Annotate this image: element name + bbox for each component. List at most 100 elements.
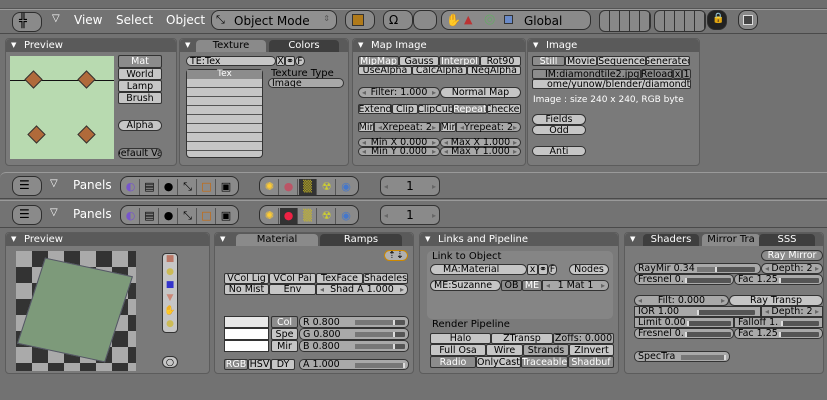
- slider-track[interactable]: [687, 321, 731, 326]
- layer-buttons-1[interactable]: [599, 10, 651, 32]
- lamp-icon[interactable]: ✺: [261, 208, 279, 224]
- strands-button[interactable]: Strands: [523, 344, 569, 356]
- mirror-fresnel-slider[interactable]: Fresnel 0.: [634, 274, 734, 285]
- green-slider[interactable]: G 0.800: [299, 328, 409, 340]
- vcol-paint-button[interactable]: VCol Pai: [269, 273, 316, 284]
- rotate-icon[interactable]: ◎: [484, 12, 495, 27]
- slider-track[interactable]: [685, 278, 731, 283]
- draw-type-select[interactable]: [345, 10, 375, 30]
- ztransp-button[interactable]: ZTransp: [491, 333, 553, 344]
- fields-button[interactable]: Fields: [532, 114, 586, 125]
- fake-user-icon[interactable]: ⚭: [285, 56, 295, 66]
- scale-icon[interactable]: [504, 15, 513, 24]
- default-var-button[interactable]: Default Var: [118, 148, 162, 159]
- vcol-light-button[interactable]: VCol Lig: [224, 273, 269, 284]
- image-name-field[interactable]: IM:diamondtile2.jpg: [532, 69, 641, 79]
- alpha-button[interactable]: Alpha: [118, 120, 162, 131]
- manipulator-toggle[interactable]: [413, 10, 437, 30]
- limit-slider[interactable]: Limit 0.00: [634, 317, 734, 328]
- col-button[interactable]: Col: [271, 316, 298, 328]
- ior-slider[interactable]: IOR 1.00: [634, 306, 761, 317]
- texture-channel-list[interactable]: Tex: [186, 69, 263, 158]
- min-y-field[interactable]: Min Y 0.000: [358, 147, 440, 156]
- interpol-button[interactable]: Interpol: [439, 56, 480, 66]
- tab-mirror-transp[interactable]: Mirror Tra: [702, 234, 760, 246]
- material-index-field[interactable]: 1 Mat 1: [542, 280, 609, 291]
- mirror-y-button[interactable]: Mir: [440, 122, 456, 132]
- texture-icon[interactable]: ▒: [299, 208, 317, 224]
- radio-button[interactable]: Radio: [430, 356, 476, 368]
- unlink-texture-button[interactable]: X: [276, 56, 285, 66]
- halo-button[interactable]: Halo: [430, 333, 491, 344]
- monkey-preview-icon[interactable]: ▼: [163, 293, 177, 306]
- orientation-select[interactable]: Global: [524, 14, 562, 28]
- logic-icon[interactable]: ◐: [122, 179, 140, 195]
- transp-fac-slider[interactable]: Fac 1.25: [734, 328, 823, 339]
- diffuse-color-swatch[interactable]: [224, 316, 269, 328]
- menu-view[interactable]: View: [74, 13, 102, 27]
- checker-button[interactable]: Checker: [487, 104, 521, 114]
- still-button[interactable]: Still: [532, 56, 565, 66]
- ray-mirror-button[interactable]: Ray Mirror: [761, 250, 823, 261]
- panel-header[interactable]: Map Image: [353, 39, 525, 52]
- scene-icon[interactable]: ▣: [217, 208, 235, 224]
- sphere-preview-icon[interactable]: ●: [163, 267, 177, 280]
- tab-texture[interactable]: Texture: [196, 40, 266, 52]
- layer-buttons-2[interactable]: [654, 10, 706, 32]
- slider-track[interactable]: [697, 267, 755, 272]
- preview-lamp-button[interactable]: Lamp: [118, 80, 162, 92]
- material-icon[interactable]: ●: [280, 208, 298, 224]
- red-slider[interactable]: R 0.800: [299, 316, 409, 328]
- object-icon[interactable]: ⤡: [179, 208, 197, 224]
- zoffs-field[interactable]: Zoffs: 0.000: [553, 333, 614, 344]
- tab-colors[interactable]: Colors: [269, 40, 339, 52]
- slider-track[interactable]: [781, 321, 819, 326]
- world-icon[interactable]: ◉: [337, 179, 355, 195]
- pivot-select[interactable]: Ω: [383, 10, 413, 30]
- filter-field[interactable]: Filter: 1.000: [358, 87, 440, 98]
- wire-button[interactable]: Wire: [486, 344, 523, 356]
- env-button[interactable]: Env: [269, 284, 316, 295]
- slider-track[interactable]: [685, 332, 731, 337]
- traceable-button[interactable]: Traceable: [521, 356, 568, 368]
- mirror-color-swatch[interactable]: [224, 340, 269, 352]
- rgb-button[interactable]: RGB: [224, 359, 248, 370]
- tab-ramps[interactable]: Ramps: [320, 234, 402, 246]
- generated-button[interactable]: Generated: [646, 56, 690, 66]
- slider-track[interactable]: [355, 320, 405, 325]
- calcalpha-button[interactable]: CalcAlpha: [412, 66, 467, 75]
- anti-button[interactable]: Anti: [532, 146, 586, 156]
- alpha-slider[interactable]: A 1.000: [299, 359, 409, 370]
- odd-button[interactable]: Odd: [532, 125, 586, 135]
- slider-track[interactable]: [355, 332, 405, 337]
- panel-header[interactable]: Image: [528, 39, 699, 52]
- mirror-x-button[interactable]: Mir: [358, 122, 374, 132]
- mir-button[interactable]: Mir: [271, 340, 298, 352]
- link-me-button[interactable]: ME: [522, 280, 542, 291]
- nodes-button[interactable]: Nodes: [569, 264, 609, 275]
- texface-button[interactable]: TexFace: [316, 273, 363, 284]
- transp-depth-field[interactable]: Depth: 2: [761, 306, 823, 317]
- slider-track[interactable]: [697, 310, 755, 315]
- menu-select[interactable]: Select: [116, 13, 153, 27]
- subcontext-number[interactable]: 1: [380, 176, 440, 196]
- tab-sss[interactable]: SSS: [759, 234, 815, 246]
- material-name-field[interactable]: MA:Material: [430, 264, 527, 275]
- dyn-button[interactable]: DY: [271, 359, 295, 370]
- clip-button[interactable]: Clip: [392, 104, 418, 114]
- filter-field[interactable]: Filt: 0.000: [634, 295, 729, 306]
- image-path-field[interactable]: ome/yunow/blender/diamondtile2.jpg: [532, 79, 691, 89]
- shadeless-button[interactable]: Shadeles: [363, 273, 408, 284]
- editing-icon[interactable]: □: [198, 208, 216, 224]
- radiosity-icon[interactable]: ☢: [318, 179, 336, 195]
- hair-preview-icon[interactable]: ✋: [163, 306, 177, 319]
- panels-menu[interactable]: Panels: [73, 207, 112, 221]
- transp-fresnel-slider[interactable]: Fresnel 0.: [634, 328, 734, 339]
- preview-render-button[interactable]: ○: [162, 356, 178, 368]
- shadow-alpha-field[interactable]: Shad A 1.000: [316, 284, 408, 295]
- slider-track[interactable]: [355, 363, 405, 368]
- full-osa-button[interactable]: Full Osa: [430, 344, 486, 356]
- panel-header[interactable]: Preview: [6, 233, 209, 246]
- unlink-material-button[interactable]: x: [527, 264, 538, 275]
- cube-preview-icon[interactable]: ■: [163, 280, 177, 293]
